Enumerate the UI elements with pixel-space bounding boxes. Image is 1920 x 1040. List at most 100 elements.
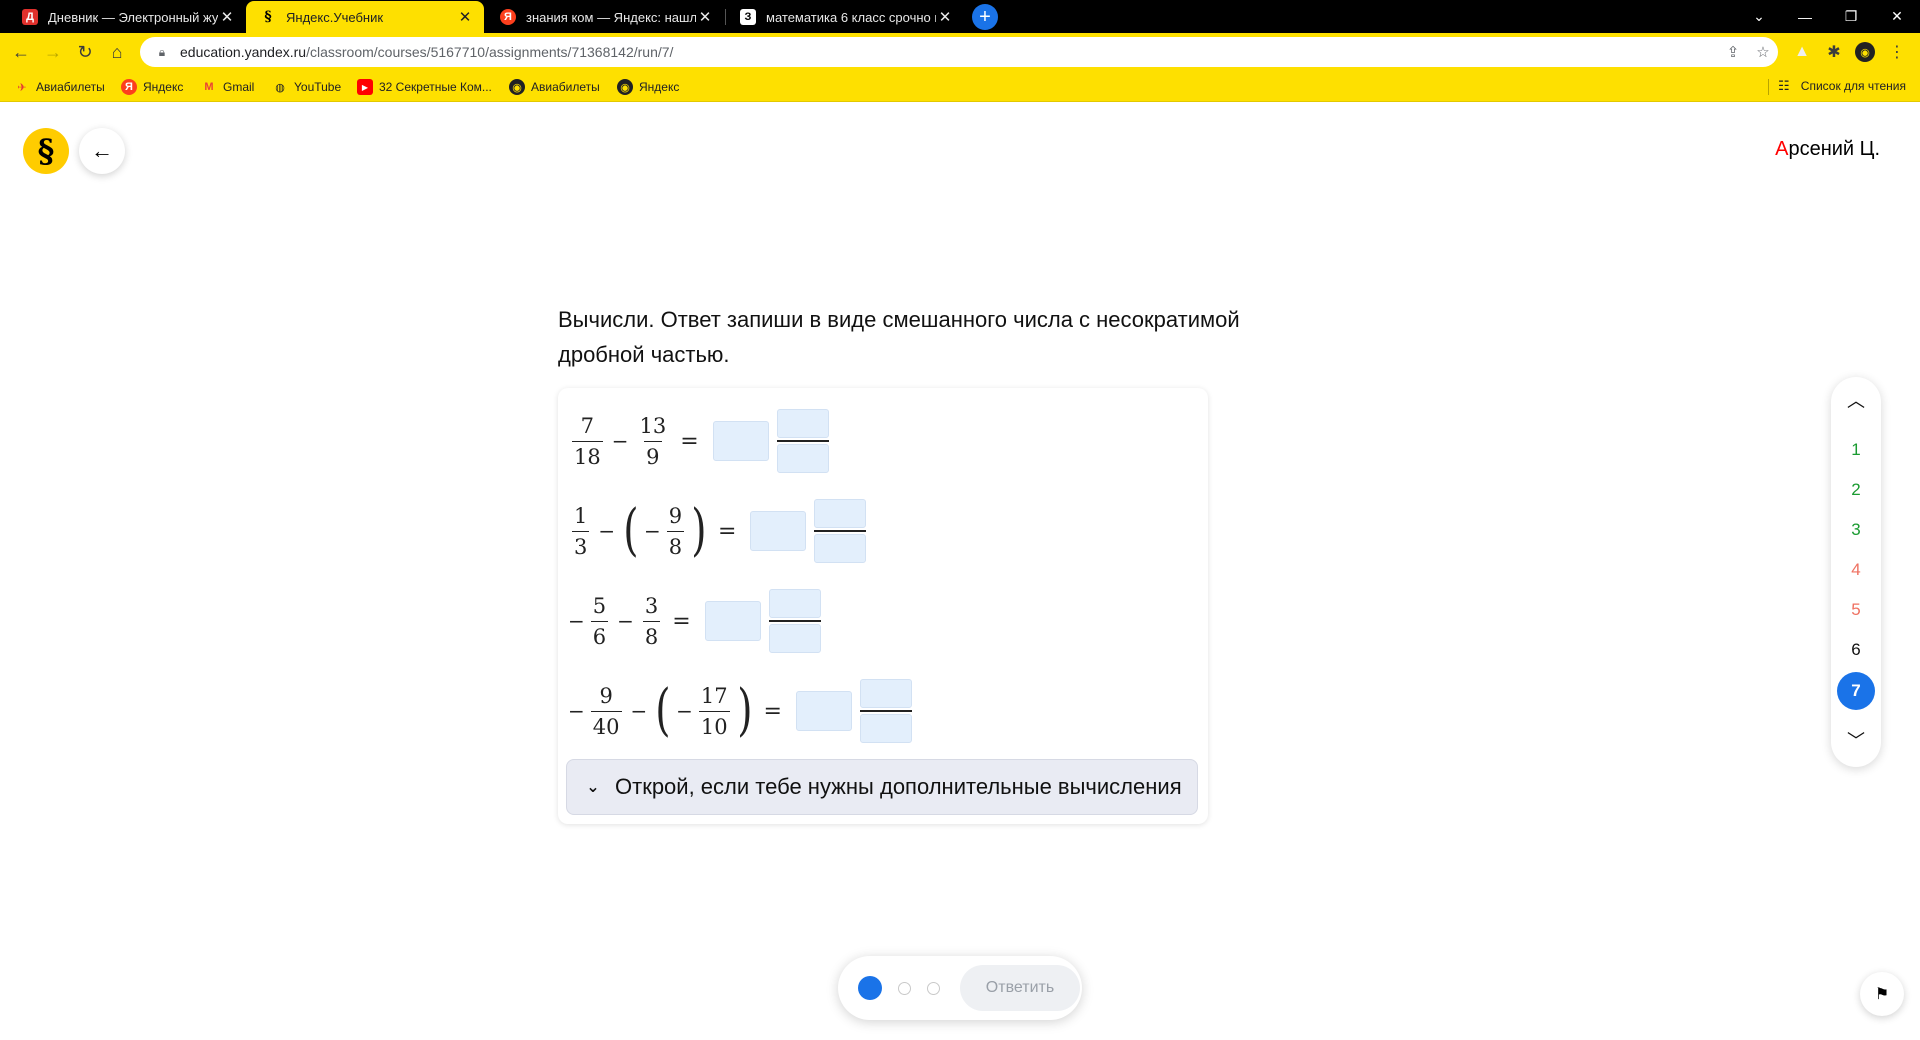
answer-whole-input[interactable] bbox=[704, 601, 761, 641]
answer-whole-input[interactable] bbox=[712, 421, 769, 461]
tab-yandex-uchebnik[interactable]: § Яндекс.Учебник ✕ bbox=[246, 1, 484, 33]
denominator: 8 bbox=[666, 530, 685, 559]
extensions-puzzle-icon[interactable]: ✱ bbox=[1822, 41, 1846, 63]
fraction: 13 bbox=[572, 504, 590, 559]
question-6-link[interactable]: 6 bbox=[1831, 630, 1881, 670]
user-name-first-letter: А bbox=[1775, 138, 1789, 160]
answer-denominator-input[interactable] bbox=[859, 714, 912, 743]
flag-icon: ⚑ bbox=[1874, 986, 1890, 1003]
task-card: 7 18 − 13 9 = 13 − ( − 98 ) = − 56 − 38 = … bbox=[558, 388, 1208, 824]
answer-denominator-input[interactable] bbox=[814, 534, 867, 563]
back-button[interactable]: ← bbox=[79, 128, 125, 174]
forward-arrow-icon[interactable]: → bbox=[40, 39, 66, 65]
report-flag-button[interactable]: ⚑ bbox=[1860, 972, 1904, 1016]
answer-numerator-input[interactable] bbox=[859, 679, 912, 708]
question-1-link[interactable]: 1 bbox=[1831, 430, 1881, 470]
back-arrow-icon[interactable]: ← bbox=[8, 39, 34, 65]
bookmark-star-icon[interactable]: ☆ bbox=[1748, 43, 1778, 61]
answer-button[interactable]: Ответить bbox=[960, 965, 1080, 1011]
bookmark-item[interactable]: ◍ YouTube bbox=[272, 78, 341, 96]
answer-whole-input[interactable] bbox=[795, 691, 852, 731]
tab-yandex-search[interactable]: Я знания ком — Яндекс: нашлось ✕ bbox=[486, 1, 724, 33]
home-icon[interactable]: ⌂ bbox=[104, 39, 130, 65]
minus-sign: − bbox=[644, 519, 661, 543]
yandex-uchebnik-icon: § bbox=[264, 9, 272, 25]
minus-sign: − bbox=[676, 699, 693, 723]
user-name-rest: рсений Ц. bbox=[1788, 138, 1880, 160]
chevron-down-icon[interactable]: ﹀ bbox=[1831, 727, 1881, 753]
globe-icon: ◉ bbox=[509, 79, 525, 95]
tab-znanija[interactable]: З математика 6 класс срочно мо ✕ bbox=[726, 1, 964, 33]
answer-whole-input[interactable] bbox=[750, 511, 807, 551]
window-close-icon[interactable]: ✕ bbox=[1874, 0, 1920, 33]
question-4-link[interactable]: 4 bbox=[1831, 550, 1881, 590]
bookmark-item[interactable]: M Gmail bbox=[201, 78, 254, 96]
bookmark-item[interactable]: ✈ Авиабилеты bbox=[14, 78, 104, 96]
bookmarks-separator bbox=[1768, 79, 1769, 95]
extension-triangle-icon[interactable]: ▲ bbox=[1790, 41, 1814, 63]
fraction-line bbox=[814, 530, 867, 532]
tab-search-icon[interactable]: ⌄ bbox=[1736, 0, 1782, 33]
task-instruction: Вычисли. Ответ запиши в виде смешанного … bbox=[558, 302, 1278, 372]
current-question-number: 7 bbox=[1837, 672, 1875, 710]
bookmark-label: Яндекс bbox=[639, 80, 680, 94]
equation-row: − 9 40 − ( − 17 10 ) = bbox=[568, 676, 912, 746]
numerator: 9 bbox=[599, 683, 613, 708]
minus-sign: − bbox=[630, 699, 648, 723]
question-2-link[interactable]: 2 bbox=[1831, 470, 1881, 510]
tab-title: Яндекс.Учебник bbox=[286, 9, 384, 25]
chevron-up-icon[interactable]: ︿ bbox=[1831, 387, 1881, 413]
reload-icon[interactable]: ↻ bbox=[72, 39, 98, 65]
bookmark-item[interactable]: ◉ Авиабилеты bbox=[509, 78, 600, 96]
profile-avatar-icon[interactable]: ◉ bbox=[1853, 41, 1877, 63]
fraction: 9 40 bbox=[590, 683, 622, 739]
task-line: дробной частью. bbox=[558, 342, 730, 367]
answer-denominator-input[interactable] bbox=[776, 444, 829, 473]
bookmark-item[interactable]: Я Яндекс bbox=[121, 78, 183, 96]
bookmark-label: Gmail bbox=[223, 80, 255, 94]
answer-numerator-input[interactable] bbox=[768, 589, 821, 618]
answer-numerator-input[interactable] bbox=[814, 499, 867, 528]
znanija-icon: З bbox=[740, 9, 756, 25]
lock-icon[interactable]: 🔒︎ bbox=[154, 45, 170, 60]
attempts-bar: Ответить bbox=[838, 956, 1082, 1020]
attempt-dot bbox=[927, 981, 940, 995]
yandex-uchebnik-logo[interactable]: § bbox=[23, 128, 69, 174]
menu-kebab-icon[interactable]: ⋮ bbox=[1885, 41, 1909, 63]
url-path: /classroom/courses/5167710/assignments/7… bbox=[306, 44, 674, 60]
bookmark-item[interactable]: ▶ 32 Секретные Ком... bbox=[357, 78, 492, 96]
minus-sign: − bbox=[611, 429, 629, 453]
diary-icon: Д bbox=[22, 9, 38, 25]
url-text[interactable]: education.yandex.ru/classroom/courses/51… bbox=[180, 44, 1718, 60]
minimize-icon[interactable]: — bbox=[1782, 0, 1828, 33]
answer-fraction bbox=[814, 499, 867, 563]
close-icon[interactable]: ✕ bbox=[218, 8, 236, 26]
answer-numerator-input[interactable] bbox=[776, 409, 829, 438]
close-icon[interactable]: ✕ bbox=[456, 8, 474, 26]
close-icon[interactable]: ✕ bbox=[936, 8, 954, 26]
question-navigator: ︿ 1 2 3 4 5 6 7 ﹀ bbox=[1831, 377, 1881, 767]
equation-row: 7 18 − 13 9 = bbox=[568, 406, 829, 476]
open-paren: ( bbox=[623, 498, 639, 563]
restore-icon[interactable]: ❐ bbox=[1828, 0, 1874, 33]
answer-denominator-input[interactable] bbox=[768, 624, 821, 653]
tab-diary[interactable]: Д Дневник — Электронный журн ✕ bbox=[8, 1, 246, 33]
address-bar[interactable]: 🔒︎ education.yandex.ru/classroom/courses… bbox=[140, 37, 1778, 67]
close-icon[interactable]: ✕ bbox=[696, 8, 714, 26]
user-name[interactable]: Арсений Ц. bbox=[1775, 138, 1880, 161]
denominator: 3 bbox=[572, 530, 590, 559]
reading-list-icon: ☷ bbox=[1777, 78, 1790, 93]
new-tab-button[interactable]: + bbox=[972, 4, 998, 30]
question-7-link[interactable]: 7 bbox=[1831, 671, 1881, 711]
question-3-link[interactable]: 3 bbox=[1831, 510, 1881, 550]
browser-toolbar: ← → ↻ ⌂ 🔒︎ education.yandex.ru/classroom… bbox=[0, 33, 1920, 71]
reading-list-button[interactable]: ☷ Список для чтения bbox=[1775, 78, 1906, 94]
extra-calculations-toggle[interactable]: ⌄ Открой, если тебе нужны дополнительные… bbox=[566, 759, 1198, 815]
tab-title: знания ком — Яндекс: нашлось bbox=[526, 9, 696, 25]
denominator: 10 bbox=[698, 710, 730, 739]
answer-fraction bbox=[776, 409, 829, 473]
question-5-link[interactable]: 5 bbox=[1831, 590, 1881, 630]
bookmark-item[interactable]: ◉ Яндекс bbox=[617, 78, 679, 96]
yandex-icon: Я bbox=[121, 79, 137, 95]
share-icon[interactable]: ⇪ bbox=[1718, 43, 1748, 61]
